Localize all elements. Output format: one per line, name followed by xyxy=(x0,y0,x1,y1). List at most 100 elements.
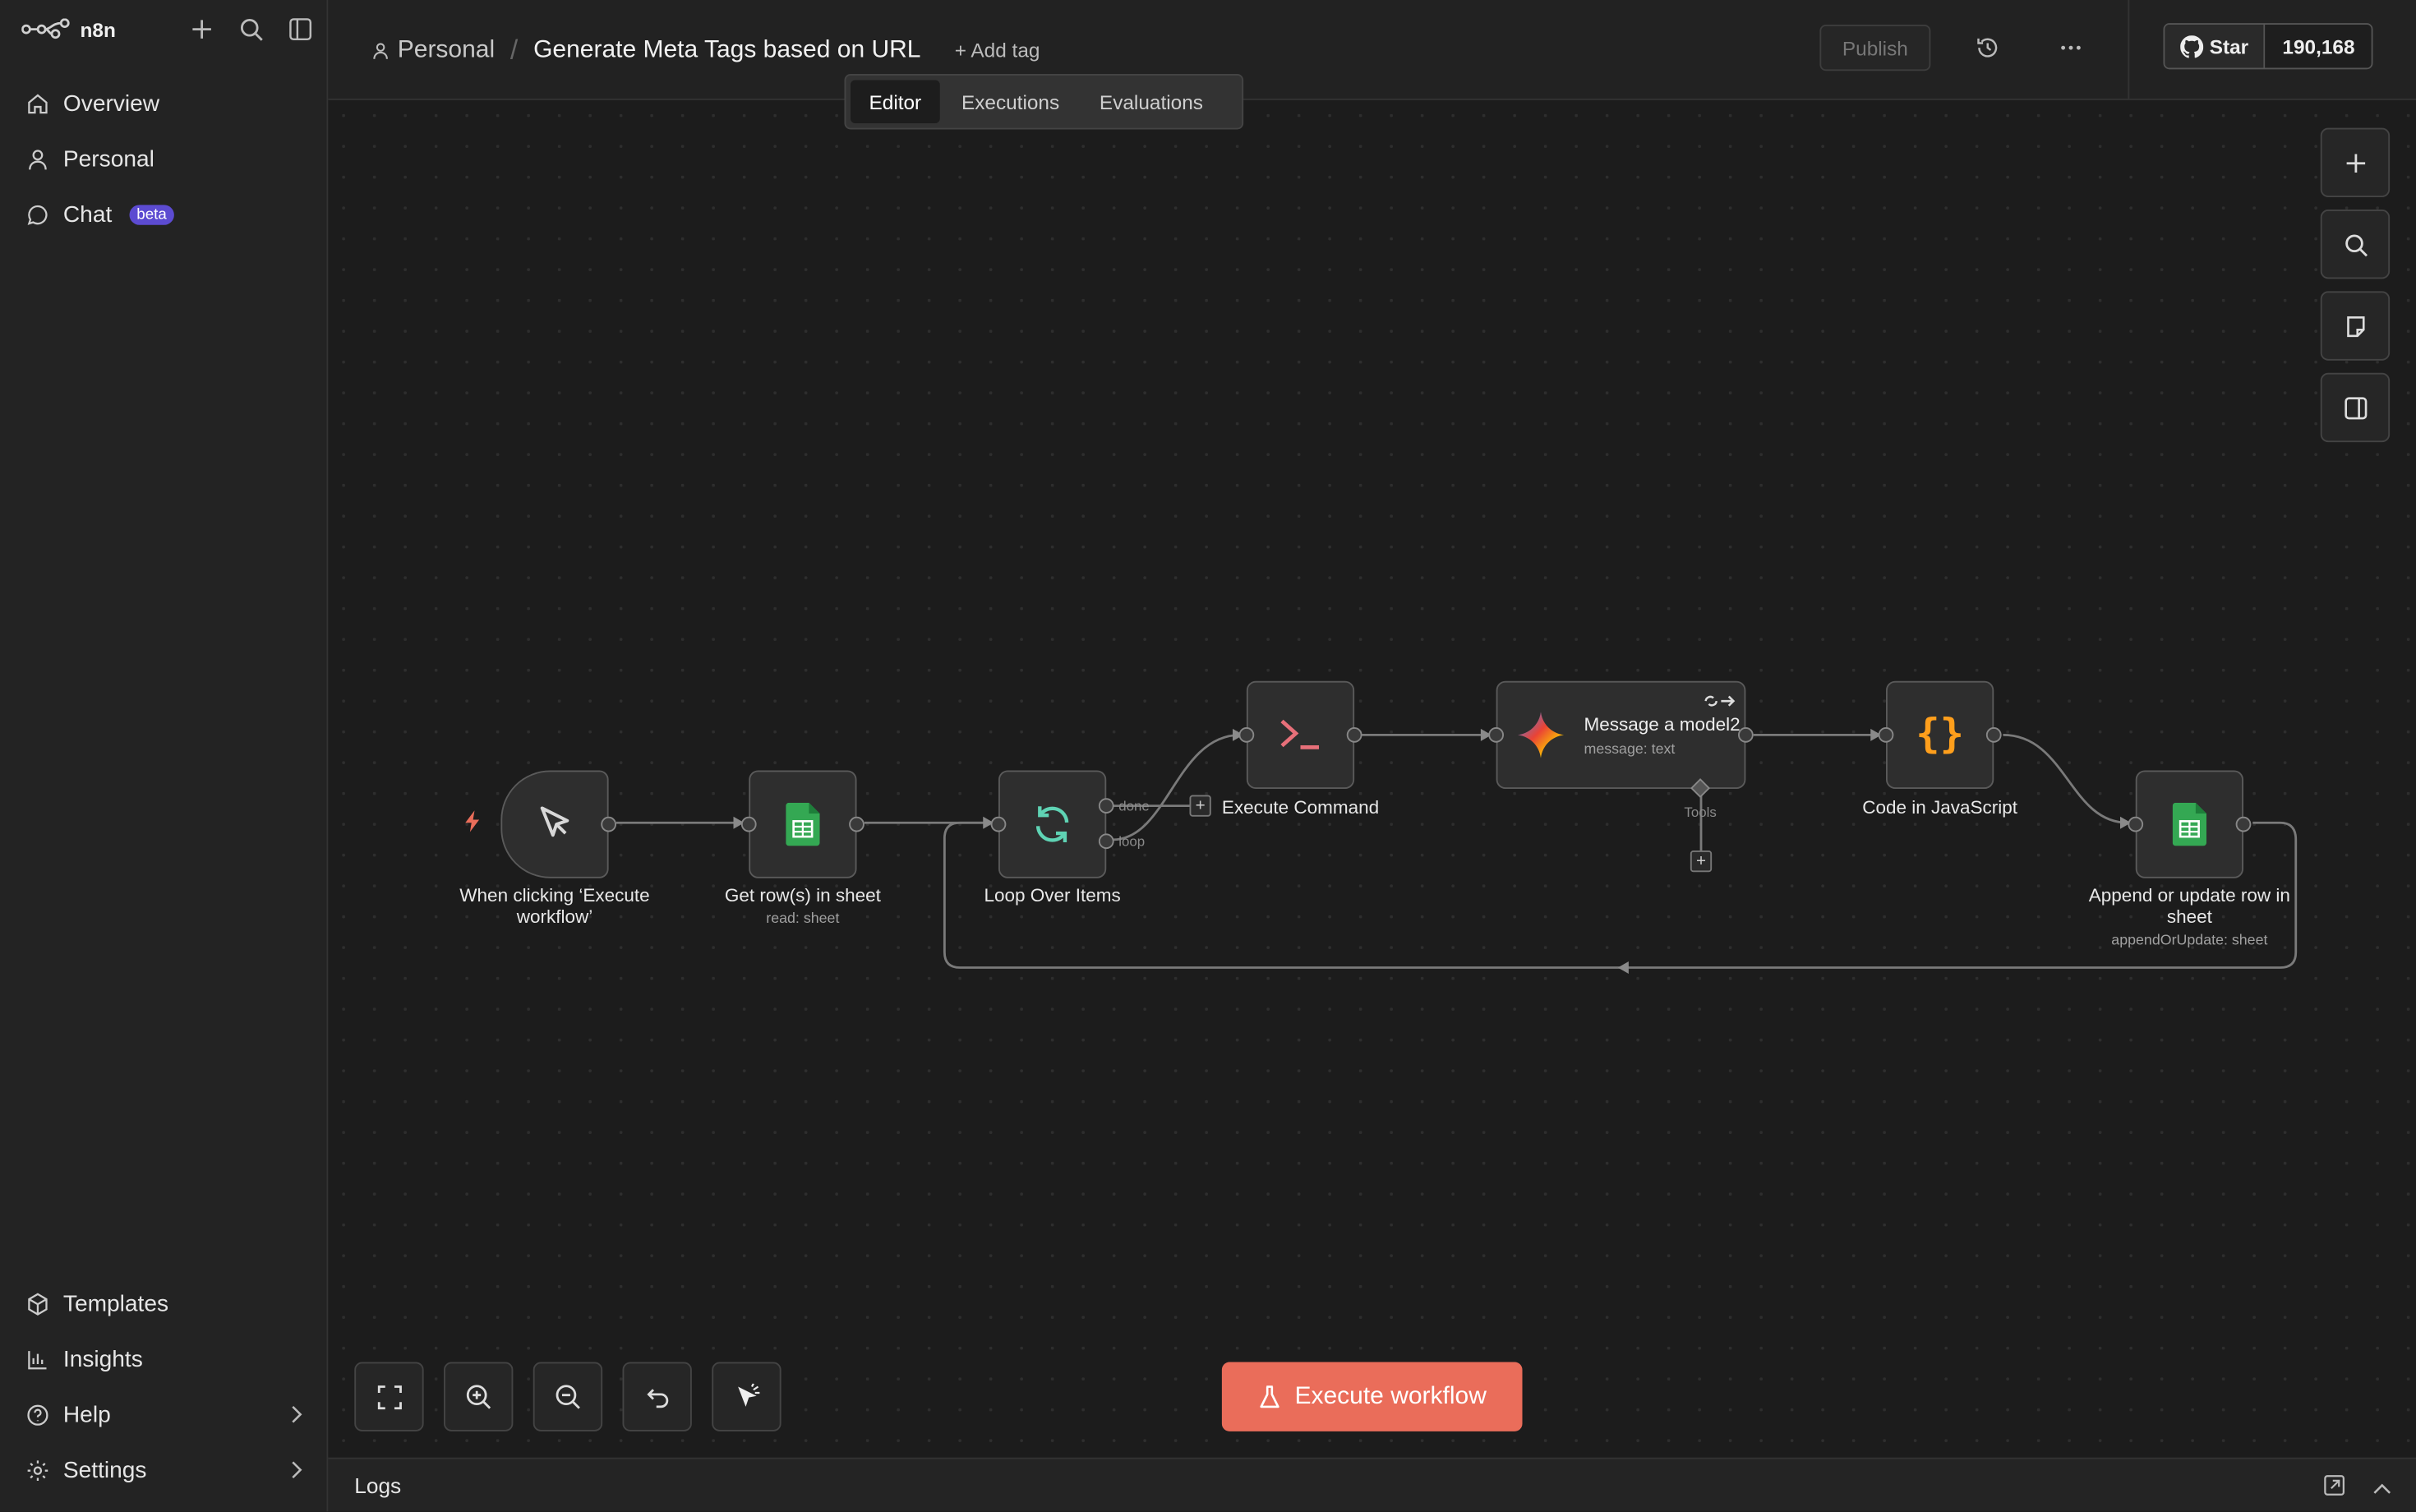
fit-view-button[interactable] xyxy=(354,1362,424,1431)
output-port-done[interactable] xyxy=(1098,798,1114,814)
project-link[interactable]: Personal xyxy=(371,36,495,64)
input-port[interactable] xyxy=(1238,727,1255,743)
publish-button[interactable]: Publish xyxy=(1819,25,1931,71)
sidebar: n8n Overview Personal Chat beta Template… xyxy=(0,0,329,1512)
chevron-right-icon xyxy=(290,1404,302,1430)
add-sticky-note-button[interactable] xyxy=(2320,291,2391,361)
sidebar-toggle-icon[interactable] xyxy=(287,16,315,44)
output-port[interactable] xyxy=(849,816,865,832)
output-port[interactable] xyxy=(1346,727,1362,743)
sidebar-item-label: Templates xyxy=(62,1290,169,1317)
panel-icon xyxy=(2344,396,2367,419)
workflow-title[interactable]: Generate Meta Tags based on URL xyxy=(533,36,920,64)
workflow-canvas[interactable]: When clicking ‘Execute workflow’ Get row… xyxy=(328,99,2416,1458)
chat-icon xyxy=(25,202,49,227)
chevron-up-icon[interactable] xyxy=(2373,1474,2392,1504)
sidebar-item-label: Help xyxy=(62,1401,111,1428)
cursor-icon xyxy=(540,806,569,837)
logs-panel[interactable]: Logs xyxy=(328,1457,2416,1512)
input-port[interactable] xyxy=(1878,727,1894,743)
sidebar-item-insights[interactable]: Insights xyxy=(0,1331,327,1387)
node-label: Append or update row in sheet xyxy=(2088,884,2290,928)
chevron-right-icon xyxy=(290,1459,302,1486)
undo-button[interactable] xyxy=(622,1362,692,1431)
node-label: Code in JavaScript xyxy=(1862,796,2018,818)
node-subtitle: read: sheet xyxy=(766,910,840,928)
done-output-label: done xyxy=(1118,798,1150,814)
input-port[interactable] xyxy=(990,816,1007,832)
help-icon xyxy=(25,1402,49,1427)
node-code[interactable]: {} xyxy=(1878,680,2002,789)
breadcrumb-separator: / xyxy=(509,34,519,65)
sidebar-header: n8n xyxy=(21,12,314,46)
broom-icon xyxy=(737,1382,759,1406)
output-port-loop[interactable] xyxy=(1098,833,1114,850)
sidebar-item-overview[interactable]: Overview xyxy=(0,76,327,131)
plus-icon[interactable] xyxy=(188,16,216,44)
search-icon xyxy=(2345,233,2368,256)
output-port[interactable] xyxy=(1985,727,2002,743)
input-port[interactable] xyxy=(2128,816,2144,832)
node-execute-command[interactable] xyxy=(1238,680,1362,789)
connection-loop-execcmd xyxy=(1112,733,1241,841)
loop-output-label: loop xyxy=(1118,833,1146,850)
sticky-note-icon xyxy=(2346,316,2364,337)
canvas-bottom-toolbar xyxy=(354,1362,782,1431)
input-port[interactable] xyxy=(1488,727,1504,743)
node-label: Loop Over Items xyxy=(984,884,1121,906)
search-nodes-button[interactable] xyxy=(2320,210,2391,279)
history-icon[interactable] xyxy=(1974,34,2002,62)
github-icon xyxy=(2180,35,2204,58)
gear-icon xyxy=(25,1458,49,1482)
more-options-icon[interactable] xyxy=(2057,34,2085,62)
user-icon xyxy=(373,42,388,58)
node-append[interactable] xyxy=(2128,770,2252,878)
node-trigger[interactable] xyxy=(500,770,616,878)
tab-evaluations[interactable]: Evaluations xyxy=(1081,81,1221,124)
tab-executions[interactable]: Executions xyxy=(943,81,1077,124)
node-subtitle: message: text xyxy=(1584,740,1676,758)
user-icon xyxy=(25,146,49,171)
output-port[interactable] xyxy=(601,816,616,832)
code-braces-icon: {} xyxy=(1916,711,1964,757)
beta-badge: beta xyxy=(128,204,175,224)
project-name: Personal xyxy=(397,36,496,62)
zoom-out-icon xyxy=(556,1385,580,1409)
n8n-logo[interactable]: n8n xyxy=(21,18,116,41)
logs-label: Logs xyxy=(354,1473,402,1498)
zoom-in-button[interactable] xyxy=(444,1362,514,1431)
input-port[interactable] xyxy=(740,816,757,832)
node-label: When clicking ‘Execute workflow’ xyxy=(459,884,650,928)
lightning-icon xyxy=(465,810,481,840)
sidebar-item-personal[interactable]: Personal xyxy=(0,131,327,187)
sidebar-item-chat[interactable]: Chat beta xyxy=(0,187,327,242)
output-port[interactable] xyxy=(2235,816,2252,832)
toggle-panel-button[interactable] xyxy=(2320,372,2391,443)
n8n-logo-icon xyxy=(21,18,70,39)
sidebar-item-help[interactable]: Help xyxy=(0,1387,327,1443)
tidy-up-button[interactable] xyxy=(712,1362,782,1431)
github-star[interactable]: Star xyxy=(2165,25,2266,68)
sidebar-item-settings[interactable]: Settings xyxy=(0,1442,327,1498)
connections-layer xyxy=(616,728,2298,974)
tab-editor[interactable]: Editor xyxy=(851,80,940,123)
execute-workflow-button[interactable]: Execute workflow xyxy=(1221,1362,1523,1431)
search-icon[interactable] xyxy=(237,16,265,44)
zoom-in-icon xyxy=(466,1385,491,1409)
add-node-button[interactable] xyxy=(2320,127,2391,197)
sidebar-nav: Overview Personal Chat beta xyxy=(0,76,327,242)
add-tag-button[interactable]: + Add tag xyxy=(955,39,1040,62)
sidebar-item-label: Chat xyxy=(62,201,113,228)
zoom-out-button[interactable] xyxy=(533,1362,603,1431)
node-message-model[interactable]: Message a model2 message: text xyxy=(1488,680,1754,798)
node-loop[interactable] xyxy=(990,770,1114,878)
pop-out-icon[interactable] xyxy=(2324,1474,2345,1504)
github-star-button[interactable]: Star 190,168 xyxy=(2163,23,2374,70)
sidebar-item-templates[interactable]: Templates xyxy=(0,1276,327,1332)
output-port[interactable] xyxy=(1738,727,1754,743)
undo-icon xyxy=(646,1388,668,1408)
add-tool-plus-icon[interactable]: + xyxy=(1690,850,1713,873)
insights-icon xyxy=(25,1347,49,1371)
github-star-label: Star xyxy=(2209,35,2249,58)
node-getrows[interactable] xyxy=(740,770,865,878)
